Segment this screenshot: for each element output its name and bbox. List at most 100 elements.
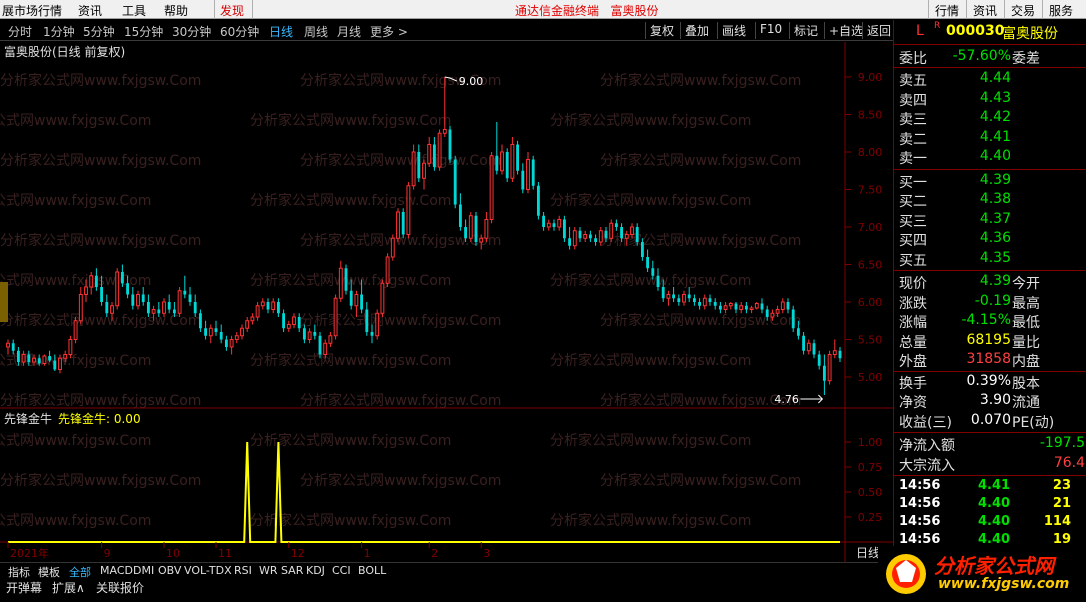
- sell-row[interactable]: 卖三 4.42: [894, 109, 1086, 128]
- menu-market[interactable]: 展市场行情: [2, 2, 62, 19]
- candle-body: [240, 327, 244, 337]
- indicator-tab[interactable]: MACD: [100, 564, 133, 577]
- candle-body: [307, 331, 312, 340]
- indicator-tab[interactable]: OBV: [158, 564, 181, 577]
- candle: [791, 305, 795, 332]
- extra-tab[interactable]: 扩展∧: [52, 579, 85, 596]
- buy-row[interactable]: 买三 4.37: [894, 211, 1086, 230]
- candle-body: [749, 307, 754, 310]
- period-5min[interactable]: 5分钟: [83, 23, 115, 40]
- buy-row[interactable]: 买二 4.38: [894, 191, 1086, 210]
- period-more[interactable]: 更多 >: [370, 23, 408, 40]
- menu-help[interactable]: 帮助: [164, 2, 188, 19]
- draw-line-button[interactable]: 画线: [717, 22, 750, 39]
- date-axis-label: 1: [364, 547, 371, 560]
- brand-url: www.fxjgsw.com: [938, 576, 1070, 592]
- candle-body: [250, 316, 255, 322]
- candle-body: [271, 301, 276, 310]
- candle-body: [739, 305, 744, 310]
- candle-body: [292, 316, 296, 325]
- candle-body: [568, 238, 572, 246]
- candle: [568, 227, 572, 250]
- candle-body: [141, 294, 145, 302]
- candle-body: [313, 332, 317, 336]
- candle: [728, 302, 733, 310]
- divider: [894, 168, 1086, 170]
- period-15min[interactable]: 15分钟: [124, 23, 163, 40]
- buy-row[interactable]: 买五 4.35: [894, 250, 1086, 269]
- kline-chart[interactable]: 分析家公式网www.fxjgsw.Com 分析家公式网www.fxjgsw.Co…: [0, 42, 893, 562]
- candle-body: [775, 309, 780, 314]
- overlay-button[interactable]: 叠加: [680, 22, 713, 39]
- menu-tools[interactable]: 工具: [122, 2, 146, 19]
- candle: [266, 298, 270, 314]
- stat-value: 3.90: [979, 392, 1011, 408]
- candle: [521, 163, 525, 194]
- sell-row[interactable]: 卖四 4.43: [894, 90, 1086, 109]
- top-button-news[interactable]: 资讯: [966, 0, 1003, 19]
- buy-row[interactable]: 买四 4.36: [894, 230, 1086, 249]
- sell-row[interactable]: 卖五 4.44: [894, 70, 1086, 89]
- date-axis-label: 2: [431, 547, 438, 560]
- candle-body: [521, 170, 525, 190]
- add-watchlist-button[interactable]: +自选: [824, 22, 867, 39]
- candle-body: [390, 237, 395, 258]
- indicator-tab[interactable]: SAR: [281, 564, 303, 577]
- indicator-tab[interactable]: BOLL: [358, 564, 386, 577]
- menu-discover[interactable]: 发现: [220, 2, 244, 19]
- top-button-quotes[interactable]: 行情: [928, 0, 965, 19]
- indicator-tab[interactable]: KDJ: [306, 564, 325, 577]
- candle-body: [224, 339, 228, 347]
- candle-body: [546, 222, 551, 228]
- extra-tab[interactable]: 开弹幕: [6, 579, 42, 596]
- indicator-tab[interactable]: VOL-TDX: [184, 564, 232, 577]
- flow-row: 大宗流入 76.4: [894, 455, 1086, 474]
- period-1min[interactable]: 1分钟: [43, 23, 75, 40]
- stat-value: 31858: [966, 351, 1011, 367]
- sell-row[interactable]: 卖一 4.40: [894, 148, 1086, 167]
- period-daily[interactable]: 日线: [269, 23, 293, 40]
- candle: [489, 152, 494, 224]
- candle-body: [832, 350, 837, 355]
- indicator-tab[interactable]: DMI: [133, 564, 154, 577]
- period-weekly[interactable]: 周线: [304, 23, 328, 40]
- candle-body: [562, 219, 566, 239]
- adjust-button[interactable]: 复权: [645, 22, 678, 39]
- price-axis-label: 5.50: [858, 334, 883, 347]
- candle-body: [375, 312, 380, 337]
- mark-button[interactable]: 标记: [789, 22, 822, 39]
- candle-body: [78, 294, 83, 322]
- indicator-tab[interactable]: WR: [259, 564, 278, 577]
- period-tick[interactable]: 分时: [8, 23, 32, 40]
- stat-label-2: 今开: [1012, 276, 1040, 292]
- extra-tab[interactable]: 关联报价: [96, 579, 144, 596]
- candle: [276, 298, 280, 317]
- chart-canvas[interactable]: 9.00 8.50 8.00 7.50 7.00 6.50 6.00 5.50 5.00 1.00…: [0, 42, 893, 562]
- sell-label: 卖四: [899, 92, 927, 109]
- stat-row: 换手 0.39% 股本: [894, 373, 1086, 392]
- candle-body: [437, 132, 442, 168]
- candle-body: [422, 162, 426, 179]
- period-60min[interactable]: 60分钟: [220, 23, 259, 40]
- indicator-tab[interactable]: RSI: [234, 564, 252, 577]
- candle-body: [255, 305, 260, 318]
- indicator-tab[interactable]: CCI: [332, 564, 351, 577]
- candle-body: [604, 230, 608, 239]
- candle-body: [84, 286, 88, 295]
- period-monthly[interactable]: 月线: [337, 23, 361, 40]
- candle-body: [495, 155, 499, 171]
- candle: [505, 148, 509, 182]
- sell-row[interactable]: 卖二 4.41: [894, 129, 1086, 148]
- divider: [894, 44, 1086, 45]
- period-30min[interactable]: 30分钟: [172, 23, 211, 40]
- top-button-service[interactable]: 服务: [1042, 0, 1079, 19]
- candle: [609, 219, 614, 242]
- f10-button[interactable]: F10: [755, 22, 786, 39]
- top-button-trade[interactable]: 交易: [1004, 0, 1041, 19]
- menu-news[interactable]: 资讯: [78, 2, 102, 19]
- back-button[interactable]: 返回: [862, 22, 895, 39]
- candle-body: [620, 227, 624, 239]
- candle: [723, 302, 728, 314]
- candle-body: [338, 267, 343, 299]
- buy-row[interactable]: 买一 4.39: [894, 172, 1086, 191]
